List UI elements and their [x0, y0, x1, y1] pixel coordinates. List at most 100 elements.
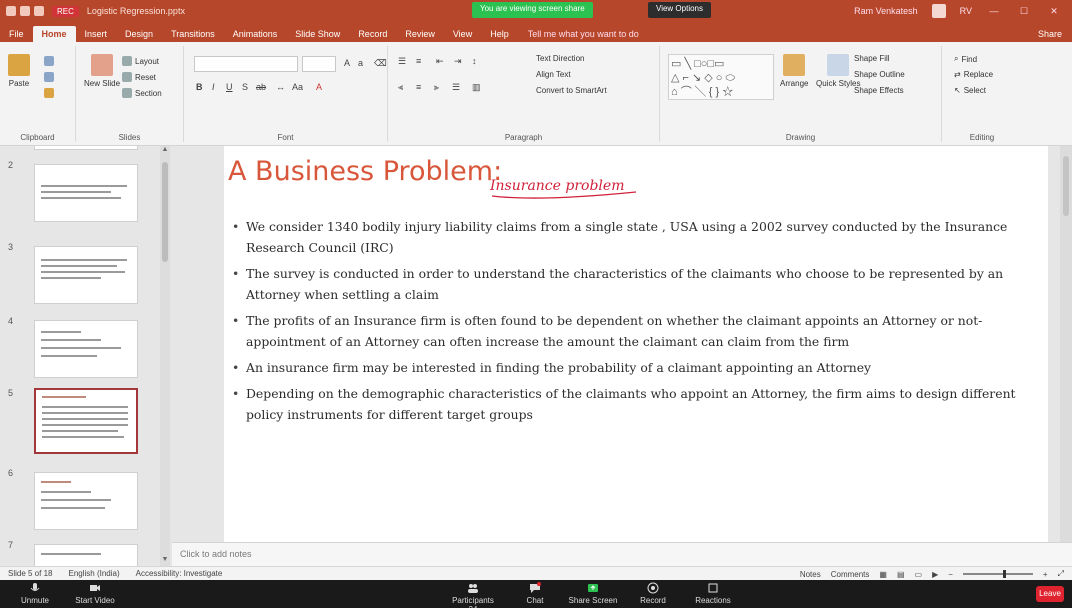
normal-view-icon[interactable]: ▦	[879, 570, 887, 579]
fit-slide-icon[interactable]: ⤢	[1058, 569, 1064, 579]
replace-button[interactable]: ⇄ Replace	[954, 70, 993, 79]
cut-icon[interactable]	[44, 56, 54, 66]
slide-thumbnail[interactable]	[34, 320, 138, 378]
save-icon[interactable]	[20, 6, 30, 16]
font-color-icon[interactable]: A	[316, 82, 322, 92]
tab-transitions[interactable]: Transitions	[162, 26, 224, 42]
tab-review[interactable]: Review	[396, 26, 444, 42]
tab-file[interactable]: File	[0, 26, 33, 42]
arrange-button[interactable]: Arrange	[780, 54, 808, 88]
line-spacing-icon[interactable]: ↕	[472, 56, 477, 66]
bullets-icon[interactable]: ☰	[398, 56, 406, 67]
tab-slide-show[interactable]: Slide Show	[286, 26, 349, 42]
reset-button[interactable]: Reset	[122, 72, 156, 82]
text-direction-button[interactable]: Text Direction	[536, 54, 584, 63]
bold-icon[interactable]: B	[196, 82, 203, 92]
start-video-button[interactable]: Start Video	[70, 582, 120, 605]
avatar[interactable]	[931, 4, 946, 18]
shapes-gallery[interactable]: ▭ ╲ □○□▭ △ ⌐ ↘ ◇ ○ ⬭ ⌂ ⌒ ╲ { } ☆	[668, 54, 774, 100]
decrease-indent-icon[interactable]: ⇤	[436, 56, 444, 67]
notes-pane[interactable]: Click to add notes	[172, 542, 1072, 566]
zoom-out-icon[interactable]: −	[948, 570, 953, 579]
accessibility-indicator[interactable]: Accessibility: Investigate	[128, 569, 231, 578]
undo-icon[interactable]	[34, 6, 44, 16]
slide-thumbnail[interactable]	[34, 164, 138, 222]
align-center-icon[interactable]: ≡	[416, 82, 421, 92]
slide-thumbnail[interactable]	[34, 472, 138, 530]
slide-title[interactable]: A Business Problem:	[228, 156, 502, 187]
decrease-font-icon[interactable]: a	[358, 58, 363, 68]
underline-icon[interactable]: U	[226, 82, 233, 92]
slide-thumbnail-selected[interactable]	[34, 388, 138, 454]
new-slide-button[interactable]: New Slide	[84, 54, 120, 88]
leave-meeting-button[interactable]: Leave	[1036, 586, 1064, 602]
maximize-icon[interactable]: ☐	[1016, 6, 1032, 17]
section-button[interactable]: Section	[122, 88, 162, 98]
thumbnails-scrollbar[interactable]: ▲ ▼	[160, 146, 170, 566]
smartart-button[interactable]: Convert to SmartArt	[536, 86, 607, 95]
columns-icon[interactable]: ▥	[472, 82, 481, 93]
increase-font-icon[interactable]: A	[344, 58, 350, 68]
align-right-icon[interactable]: ⫸	[434, 82, 439, 93]
shape-effects-button[interactable]: Shape Effects	[854, 86, 904, 95]
clear-format-icon[interactable]: ⌫	[374, 58, 387, 69]
copy-icon[interactable]	[44, 72, 54, 82]
numbering-icon[interactable]: ≡	[416, 56, 421, 66]
slide-thumbnail[interactable]	[34, 146, 138, 150]
chat-button[interactable]: Chat	[510, 582, 560, 605]
canvas-scrollbar[interactable]	[1060, 146, 1072, 542]
minimize-icon[interactable]: —	[986, 6, 1002, 16]
layout-button[interactable]: Layout	[122, 56, 159, 66]
share-screen-button[interactable]: Share Screen	[568, 582, 618, 605]
paste-button[interactable]: Paste	[8, 54, 30, 88]
spacing-icon[interactable]: ↔	[276, 82, 285, 92]
tab-help[interactable]: Help	[481, 26, 518, 42]
shape-fill-button[interactable]: Shape Fill	[854, 54, 890, 63]
zoom-in-icon[interactable]: +	[1043, 570, 1048, 579]
find-button[interactable]: ⌕ Find	[954, 54, 977, 64]
slide[interactable]: A Business Problem: Insurance problem We…	[224, 146, 1048, 542]
font-name-select[interactable]	[194, 56, 298, 72]
language-indicator[interactable]: English (India)	[60, 569, 127, 578]
autosave-icon[interactable]	[6, 6, 16, 16]
record-button[interactable]: Record	[628, 582, 678, 605]
justify-icon[interactable]: ☰	[452, 82, 460, 93]
tab-record[interactable]: Record	[349, 26, 396, 42]
scroll-up-icon[interactable]: ▲	[160, 146, 170, 156]
tab-home[interactable]: Home	[32, 26, 76, 42]
scrollbar-thumb[interactable]	[1063, 156, 1069, 216]
tab-animations[interactable]: Animations	[224, 26, 287, 42]
italic-icon[interactable]: I	[212, 82, 215, 92]
zoom-slider-thumb[interactable]	[1002, 570, 1006, 578]
bullet-list[interactable]: We consider 1340 bodily injury liability…	[230, 216, 1020, 430]
change-case-icon[interactable]: Aa	[292, 82, 303, 92]
slide-sorter-icon[interactable]: ▤	[897, 570, 905, 579]
close-icon[interactable]: ✕	[1046, 6, 1062, 17]
share-button[interactable]: Share	[1028, 26, 1072, 42]
strikethrough-icon[interactable]: ab	[256, 82, 266, 92]
increase-indent-icon[interactable]: ⇥	[454, 56, 462, 67]
tab-view[interactable]: View	[444, 26, 481, 42]
shadow-icon[interactable]: S	[242, 82, 248, 92]
slide-thumbnail[interactable]	[34, 544, 138, 566]
comments-toggle[interactable]: Comments	[831, 570, 870, 579]
user-name[interactable]: Ram Venkatesh	[854, 6, 918, 16]
participants-button[interactable]: Participants 24	[448, 582, 498, 608]
reading-view-icon[interactable]: ▭	[915, 570, 923, 579]
align-text-button[interactable]: Align Text	[536, 70, 571, 79]
align-left-icon[interactable]: ⫷	[398, 82, 403, 93]
slideshow-icon[interactable]: ▶	[932, 570, 938, 579]
zoom-slider[interactable]	[962, 570, 1033, 578]
reactions-button[interactable]: Reactions	[688, 582, 738, 605]
tab-insert[interactable]: Insert	[76, 26, 117, 42]
format-painter-icon[interactable]	[44, 88, 54, 98]
slide-thumbnail[interactable]	[34, 246, 138, 304]
unmute-button[interactable]: Unmute	[10, 582, 60, 605]
view-options-button[interactable]: View Options	[648, 2, 711, 18]
select-button[interactable]: ↖ Select	[954, 86, 986, 95]
shape-outline-button[interactable]: Shape Outline	[854, 70, 905, 79]
tab-design[interactable]: Design	[116, 26, 162, 42]
font-size-select[interactable]	[302, 56, 336, 72]
tell-me-search[interactable]: Tell me what you want to do	[518, 26, 649, 42]
scrollbar-thumb[interactable]	[162, 162, 168, 262]
